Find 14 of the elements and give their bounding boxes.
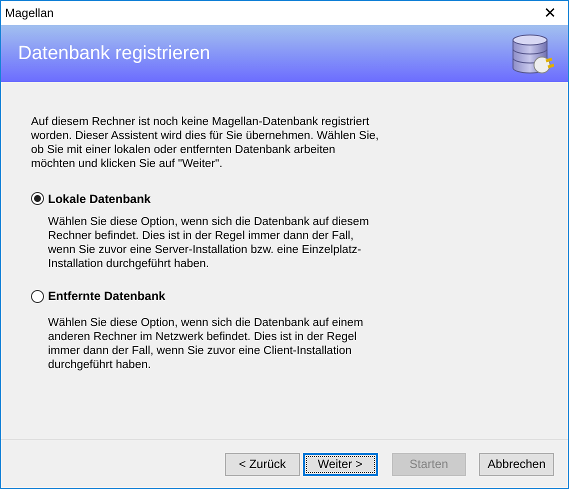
radio-option[interactable]: Entfernte Datenbank [31, 289, 166, 303]
radio-button[interactable] [31, 192, 44, 205]
radio-option[interactable]: Lokale Datenbank [31, 192, 151, 206]
wizard-button[interactable]: Weiter > [302, 452, 378, 476]
intro-text: Auf diesem Rechner ist noch keine Magellan-Datenbank registriert worden. Dieser Assistent wird dies für Sie übernehmen. Wählen Sie, ob Sie mit einer lokalen oder entfernten Datenbank arbeiten möchten und klicken Sie auf "Weiter". [31, 115, 380, 171]
option-description: Wählen Sie diese Option, wenn sich die Datenbank auf einem anderen Rechner im Netzwerk befindet. Dies ist in der Regel immer dann der Fall, wenn Sie zuvor eine Client-Installation durchgeführt haben. [48, 316, 364, 372]
database-plug-icon [510, 32, 554, 76]
option-description: Wählen Sie diese Option, wenn sich die Datenbank auf diesem Rechner befindet. Dies ist in der Regel immer dann der Fall, wenn Sie zuvor eine Server-Installation bzw. eine Einzelplatz-Installation durchgeführt haben. [48, 215, 370, 271]
close-button[interactable]: ✕ [532, 1, 568, 25]
wizard-button[interactable]: < Zurück [225, 452, 300, 476]
wizard-button[interactable]: Abbrechen [479, 452, 554, 476]
header-title: Datenbank registrieren [18, 42, 210, 64]
radio-button[interactable] [31, 290, 44, 302]
window-title: Magellan [4, 6, 54, 20]
